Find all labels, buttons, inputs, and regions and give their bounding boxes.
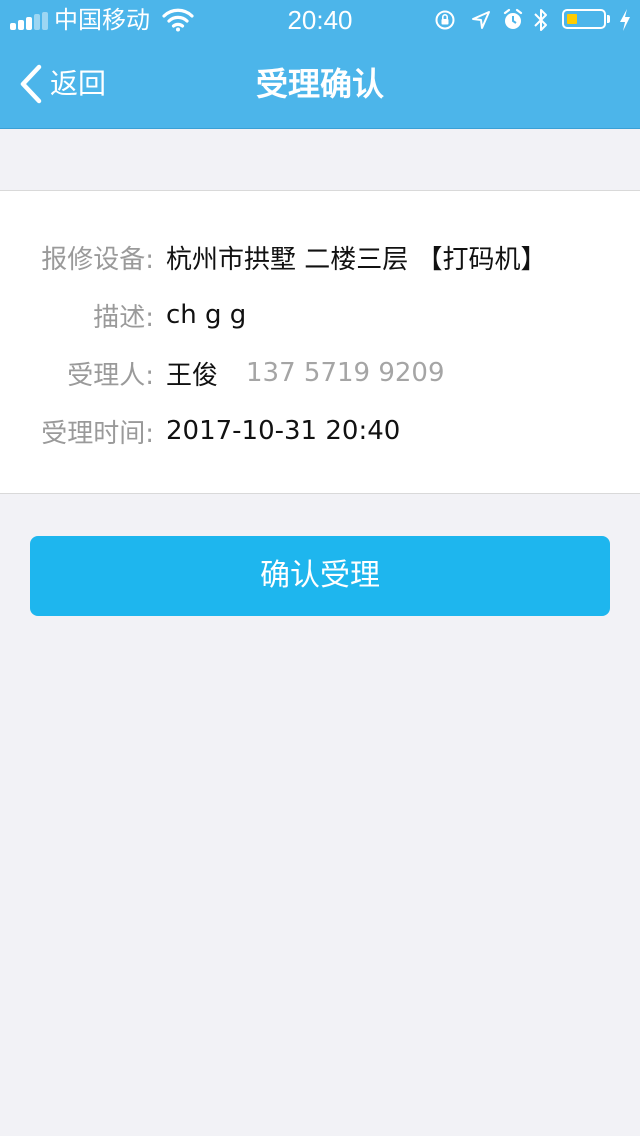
charging-bolt-icon	[620, 9, 630, 31]
confirm-accept-button[interactable]: 确认受理	[30, 536, 610, 616]
accept-time-row: 受理时间: 2017-10-31 20:40	[0, 411, 640, 451]
repair-info-card: 报修设备: 杭州市拱墅 二楼三层 【打码机】 描述: ch g g 受理人: 王…	[0, 190, 640, 494]
handler-phone[interactable]: 137 5719 9209	[246, 358, 445, 388]
accept-time-value: 2017-10-31 20:40	[166, 416, 401, 446]
battery-level	[567, 14, 577, 24]
description-row: 描述: ch g g	[0, 295, 640, 335]
rotation-lock-icon	[435, 10, 455, 30]
header: 中国移动 20:40 返回 受理确认	[0, 0, 640, 129]
handler-row: 受理人: 王俊 137 5719 9209	[0, 353, 640, 393]
bluetooth-icon	[534, 9, 547, 31]
equipment-value: 杭州市拱墅 二楼三层 【打码机】	[166, 244, 547, 275]
accept-time-label: 受理时间:	[41, 418, 154, 449]
location-icon	[472, 11, 490, 29]
battery-tip	[607, 15, 610, 23]
description-value: ch g g	[166, 300, 247, 330]
page-title: 受理确认	[255, 65, 384, 103]
handler-name: 王俊	[166, 360, 219, 391]
handler-label: 受理人:	[67, 360, 154, 391]
battery-icon	[562, 9, 606, 29]
equipment-row: 报修设备: 杭州市拱墅 二楼三层 【打码机】	[0, 237, 640, 277]
alarm-icon	[503, 8, 523, 29]
description-label: 描述:	[93, 302, 154, 333]
status-bar: 中国移动 20:40	[0, 0, 640, 40]
equipment-label: 报修设备:	[41, 244, 154, 275]
